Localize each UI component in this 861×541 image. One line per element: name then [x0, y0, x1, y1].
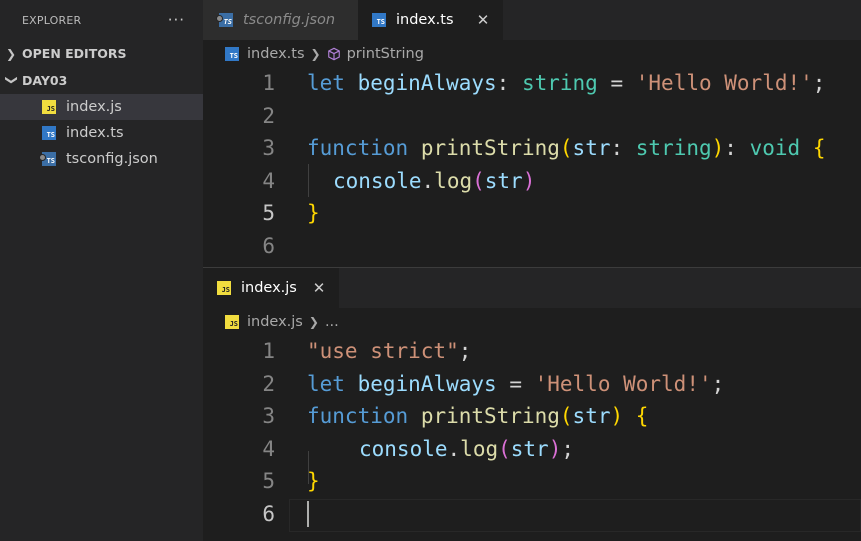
line-number: 2 [262, 103, 275, 128]
breadcrumb-top: TS index.ts ❯ printString [203, 40, 861, 67]
editor-area: TS tsconfig.json TS index.ts ✕ TS index.… [203, 0, 861, 541]
code-editor-top[interactable]: 1 let beginAlways: string = 'Hello World… [203, 67, 861, 262]
chevron-right-icon: ❯ [308, 314, 319, 329]
line-number: 4 [262, 168, 275, 193]
code-text: console.log(str) [333, 168, 536, 193]
breadcrumb-bottom: JS index.js ❯ ... [203, 308, 861, 335]
folder-section-day03[interactable]: ❯ DAY03 [0, 67, 203, 94]
line-number: 4 [262, 436, 275, 461]
folder-label: DAY03 [22, 73, 68, 88]
tree-item-index-ts[interactable]: TS index.ts [0, 120, 203, 146]
code-text: } [307, 201, 320, 226]
code-line: 3 function printString(str) { [203, 400, 861, 433]
breadcrumb-symbol[interactable]: ... [325, 314, 339, 330]
code-line: 4 console.log(str); [203, 433, 861, 466]
code-line: 6 [203, 230, 861, 263]
tab-label: index.js [241, 280, 297, 296]
tree-item-index-js[interactable]: JS index.js [0, 94, 203, 120]
tsconfig-file-icon: TS [216, 13, 233, 27]
tree-item-label: tsconfig.json [66, 151, 158, 167]
code-text: } [307, 469, 320, 494]
close-icon[interactable]: ✕ [311, 279, 327, 297]
tree-item-label: index.js [66, 99, 122, 115]
tab-bar-bottom: JS index.js ✕ [203, 268, 861, 308]
chevron-right-icon: ❯ [6, 46, 17, 61]
line-number: 3 [262, 136, 275, 161]
line-number: 6 [262, 233, 275, 258]
line-number: 6 [262, 501, 275, 526]
ts-file-icon: TS [42, 126, 56, 140]
open-editors-section[interactable]: ❯ OPEN EDITORS [0, 40, 203, 67]
tab-label: tsconfig.json [243, 12, 336, 28]
editor-group-bottom: JS index.js ✕ JS index.js ❯ ... 1 "use s… [203, 268, 861, 532]
code-text: function printString(str) { [307, 404, 649, 429]
line-number: 2 [262, 371, 275, 396]
tree-item-label: index.ts [66, 125, 124, 141]
explorer-sidebar: EXPLORER ··· ❯ OPEN EDITORS ❯ DAY03 JS i… [0, 0, 203, 541]
tab-index-js[interactable]: JS index.js ✕ [203, 268, 339, 308]
more-actions-icon[interactable]: ··· [168, 11, 185, 29]
js-file-icon: JS [225, 314, 239, 329]
code-line: 3 function printString(str: string): voi… [203, 132, 861, 165]
code-line: 2 [203, 100, 861, 133]
chevron-down-icon: ❯ [5, 74, 19, 85]
code-line: 4 console.log(str) [203, 165, 861, 198]
method-cube-icon [327, 47, 340, 60]
tab-index-ts[interactable]: TS index.ts ✕ [358, 0, 503, 40]
code-line: 2 let beginAlways = 'Hello World!'; [203, 368, 861, 401]
code-line: 5 } [203, 197, 861, 230]
explorer-header: EXPLORER ··· [0, 0, 203, 40]
close-icon[interactable]: ✕ [475, 11, 491, 29]
tab-label: index.ts [396, 12, 454, 28]
code-text: let beginAlways: string = 'Hello World!'… [307, 71, 826, 96]
line-number: 1 [262, 71, 275, 96]
explorer-title: EXPLORER [22, 13, 82, 27]
code-text: function printString(str: string): void … [307, 136, 826, 161]
code-text: "use strict"; [307, 339, 472, 364]
tab-tsconfig-json[interactable]: TS tsconfig.json [203, 0, 358, 40]
tsconfig-file-icon: TS [39, 152, 56, 166]
line-number: 1 [262, 339, 275, 364]
ts-file-icon: TS [225, 46, 239, 61]
breadcrumb-file[interactable]: index.js [247, 314, 303, 330]
code-text: console.log(str); [359, 436, 575, 461]
tab-bar-top: TS tsconfig.json TS index.ts ✕ [203, 0, 861, 40]
open-editors-label: OPEN EDITORS [22, 46, 127, 61]
line-number: 5 [262, 469, 275, 494]
js-file-icon: JS [42, 100, 56, 114]
editor-group-top: TS tsconfig.json TS index.ts ✕ TS index.… [203, 0, 861, 268]
code-line: 1 "use strict"; [203, 335, 861, 368]
js-file-icon: JS [217, 281, 231, 295]
code-line: 5 } [203, 465, 861, 498]
chevron-right-icon: ❯ [310, 46, 321, 61]
code-line: 1 let beginAlways: string = 'Hello World… [203, 67, 861, 100]
line-number: 3 [262, 404, 275, 429]
ts-file-icon: TS [372, 13, 386, 27]
code-text: let beginAlways = 'Hello World!'; [307, 371, 725, 396]
text-cursor [307, 500, 309, 527]
code-line: 6 [203, 498, 861, 531]
breadcrumb-file[interactable]: index.ts [247, 46, 305, 62]
code-editor-bottom[interactable]: 1 "use strict"; 2 let beginAlways = 'Hel… [203, 335, 861, 532]
tree-item-tsconfig-json[interactable]: TS tsconfig.json [0, 146, 203, 172]
breadcrumb-symbol[interactable]: printString [347, 46, 424, 62]
line-number: 5 [262, 201, 275, 226]
